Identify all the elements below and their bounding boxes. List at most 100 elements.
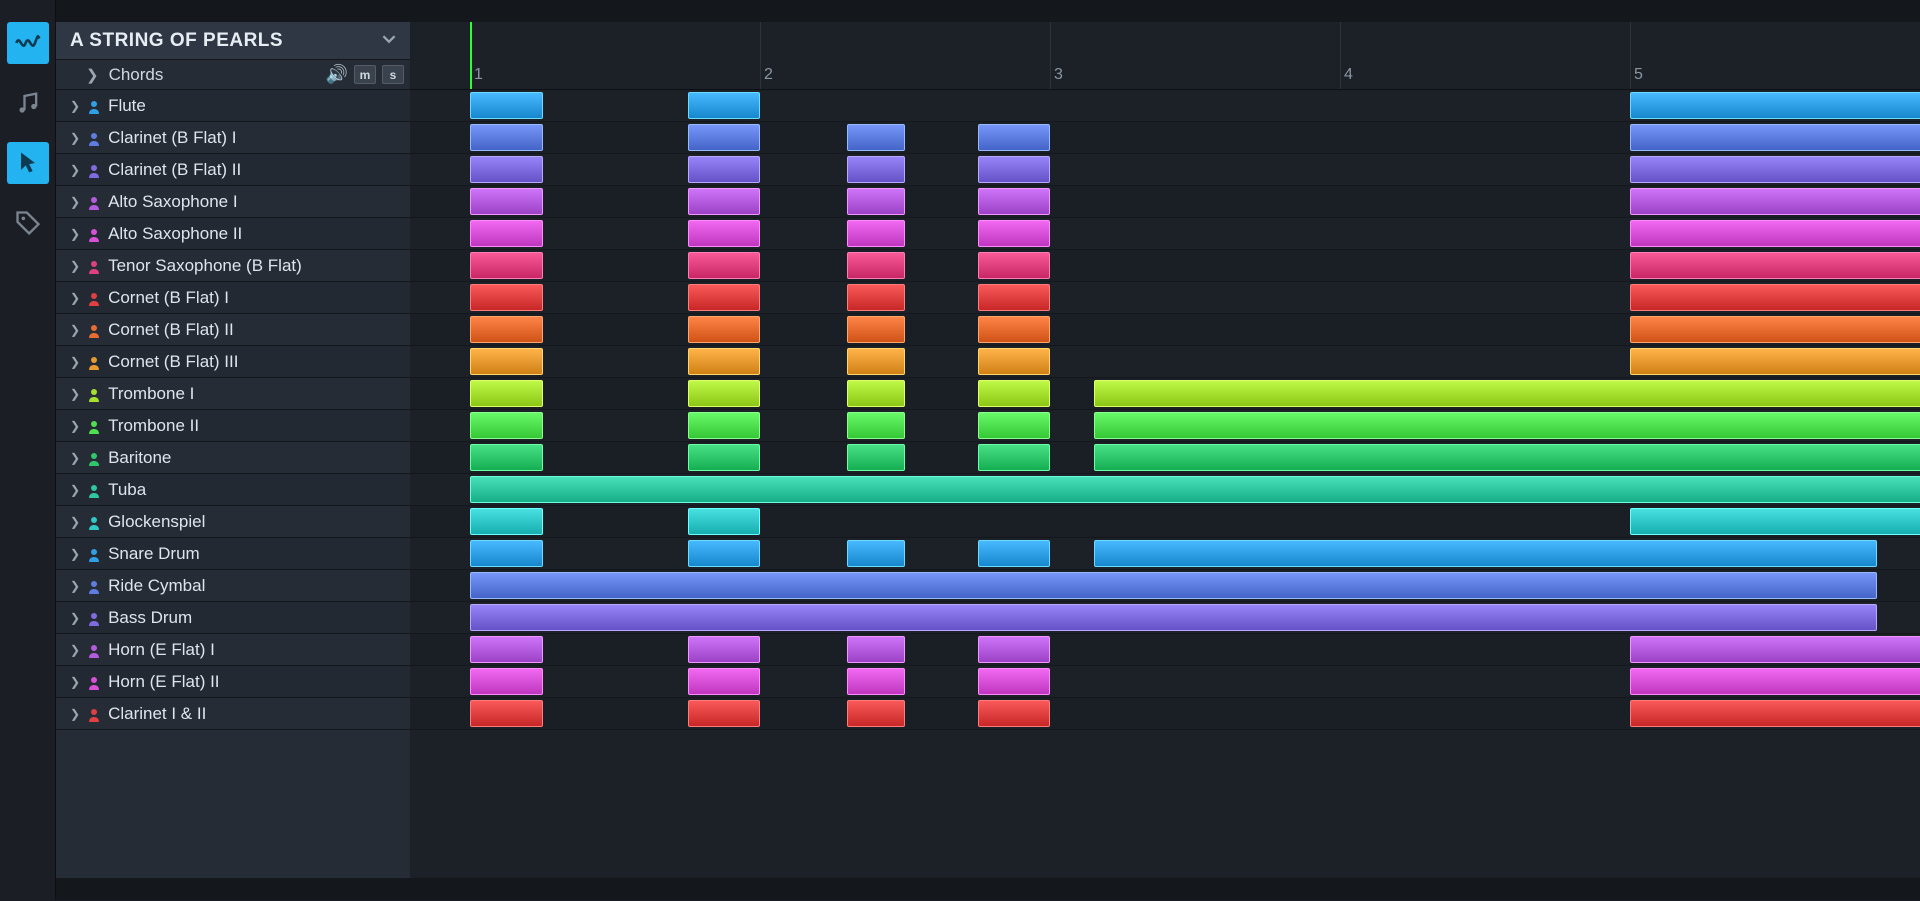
chevron-right-icon[interactable]: ❯ xyxy=(70,99,80,113)
clip[interactable] xyxy=(688,700,761,727)
chevron-right-icon[interactable]: ❯ xyxy=(70,675,80,689)
track-lane[interactable] xyxy=(410,570,1920,602)
clip[interactable] xyxy=(688,252,761,279)
clip[interactable] xyxy=(1630,156,1920,183)
clip[interactable] xyxy=(688,348,761,375)
track-row[interactable]: ❯Trombone II xyxy=(56,410,410,442)
track-row[interactable]: ❯Alto Saxophone II xyxy=(56,218,410,250)
track-lane[interactable] xyxy=(410,506,1920,538)
clip[interactable] xyxy=(978,412,1051,439)
clip[interactable] xyxy=(688,316,761,343)
clip[interactable] xyxy=(470,572,1877,599)
tag-tool[interactable] xyxy=(7,202,49,244)
clip[interactable] xyxy=(470,124,543,151)
track-row[interactable]: ❯Tenor Saxophone (B Flat) xyxy=(56,250,410,282)
chevron-down-icon[interactable] xyxy=(382,30,396,52)
clip[interactable] xyxy=(470,284,543,311)
track-lane[interactable] xyxy=(410,186,1920,218)
arrange-view[interactable]: 123456 xyxy=(410,22,1920,878)
track-row[interactable]: ❯Snare Drum xyxy=(56,538,410,570)
clip[interactable] xyxy=(470,604,1877,631)
clip[interactable] xyxy=(688,380,761,407)
clip[interactable] xyxy=(470,220,543,247)
track-lane[interactable] xyxy=(410,250,1920,282)
track-row[interactable]: ❯Horn (E Flat) I xyxy=(56,634,410,666)
chevron-right-icon[interactable]: ❯ xyxy=(70,707,80,721)
track-lane[interactable] xyxy=(410,154,1920,186)
clip[interactable] xyxy=(978,380,1051,407)
track-row[interactable]: ❯Baritone xyxy=(56,442,410,474)
track-lane[interactable] xyxy=(410,698,1920,730)
track-row[interactable]: ❯Ride Cymbal xyxy=(56,570,410,602)
track-lane[interactable] xyxy=(410,218,1920,250)
chevron-right-icon[interactable]: ❯ xyxy=(86,66,99,84)
chevron-right-icon[interactable]: ❯ xyxy=(70,611,80,625)
chevron-right-icon[interactable]: ❯ xyxy=(70,259,80,273)
clip[interactable] xyxy=(847,348,905,375)
clip[interactable] xyxy=(847,188,905,215)
track-lane[interactable] xyxy=(410,122,1920,154)
chevron-right-icon[interactable]: ❯ xyxy=(70,355,80,369)
clip[interactable] xyxy=(688,92,761,119)
clip[interactable] xyxy=(978,220,1051,247)
clip[interactable] xyxy=(1630,92,1920,119)
clip[interactable] xyxy=(470,412,543,439)
clip[interactable] xyxy=(1630,124,1920,151)
track-row[interactable]: ❯Trombone I xyxy=(56,378,410,410)
track-lane[interactable] xyxy=(410,282,1920,314)
clip[interactable] xyxy=(688,284,761,311)
track-row[interactable]: ❯Flute xyxy=(56,90,410,122)
clip[interactable] xyxy=(688,508,761,535)
clip[interactable] xyxy=(688,124,761,151)
clip[interactable] xyxy=(978,284,1051,311)
clip[interactable] xyxy=(847,220,905,247)
waveform-tool[interactable] xyxy=(7,22,49,64)
chevron-right-icon[interactable]: ❯ xyxy=(70,387,80,401)
chevron-right-icon[interactable]: ❯ xyxy=(70,163,80,177)
track-lane[interactable] xyxy=(410,538,1920,570)
clip[interactable] xyxy=(1630,188,1920,215)
clip[interactable] xyxy=(847,124,905,151)
clip[interactable] xyxy=(1630,284,1920,311)
clip[interactable] xyxy=(847,284,905,311)
clip[interactable] xyxy=(470,636,543,663)
track-lane[interactable] xyxy=(410,378,1920,410)
clip[interactable] xyxy=(1630,316,1920,343)
track-lane[interactable] xyxy=(410,314,1920,346)
clip[interactable] xyxy=(470,92,543,119)
clip[interactable] xyxy=(470,188,543,215)
clip[interactable] xyxy=(470,444,543,471)
chevron-right-icon[interactable]: ❯ xyxy=(70,643,80,657)
clip[interactable] xyxy=(470,508,543,535)
clip[interactable] xyxy=(1094,540,1877,567)
track-row[interactable]: ❯Clarinet (B Flat) II xyxy=(56,154,410,186)
chevron-right-icon[interactable]: ❯ xyxy=(70,579,80,593)
track-lane[interactable] xyxy=(410,474,1920,506)
clip[interactable] xyxy=(978,316,1051,343)
track-row[interactable]: ❯Bass Drum xyxy=(56,602,410,634)
clip[interactable] xyxy=(688,156,761,183)
clip[interactable] xyxy=(847,540,905,567)
track-lane[interactable] xyxy=(410,666,1920,698)
clip[interactable] xyxy=(978,156,1051,183)
chevron-right-icon[interactable]: ❯ xyxy=(70,419,80,433)
clip[interactable] xyxy=(978,252,1051,279)
project-title-row[interactable]: A STRING OF PEARLS xyxy=(56,22,410,60)
track-lane[interactable] xyxy=(410,602,1920,634)
chevron-right-icon[interactable]: ❯ xyxy=(70,515,80,529)
clip[interactable] xyxy=(470,156,543,183)
chevron-right-icon[interactable]: ❯ xyxy=(70,195,80,209)
clip[interactable] xyxy=(688,636,761,663)
clip[interactable] xyxy=(470,700,543,727)
track-row[interactable]: ❯Tuba xyxy=(56,474,410,506)
playhead[interactable] xyxy=(470,22,472,89)
notes-tool[interactable] xyxy=(7,82,49,124)
clip[interactable] xyxy=(688,444,761,471)
clip[interactable] xyxy=(470,668,543,695)
clip[interactable] xyxy=(847,412,905,439)
clip[interactable] xyxy=(978,444,1051,471)
clip[interactable] xyxy=(847,700,905,727)
chevron-right-icon[interactable]: ❯ xyxy=(70,323,80,337)
chevron-right-icon[interactable]: ❯ xyxy=(70,483,80,497)
track-row[interactable]: ❯Cornet (B Flat) II xyxy=(56,314,410,346)
